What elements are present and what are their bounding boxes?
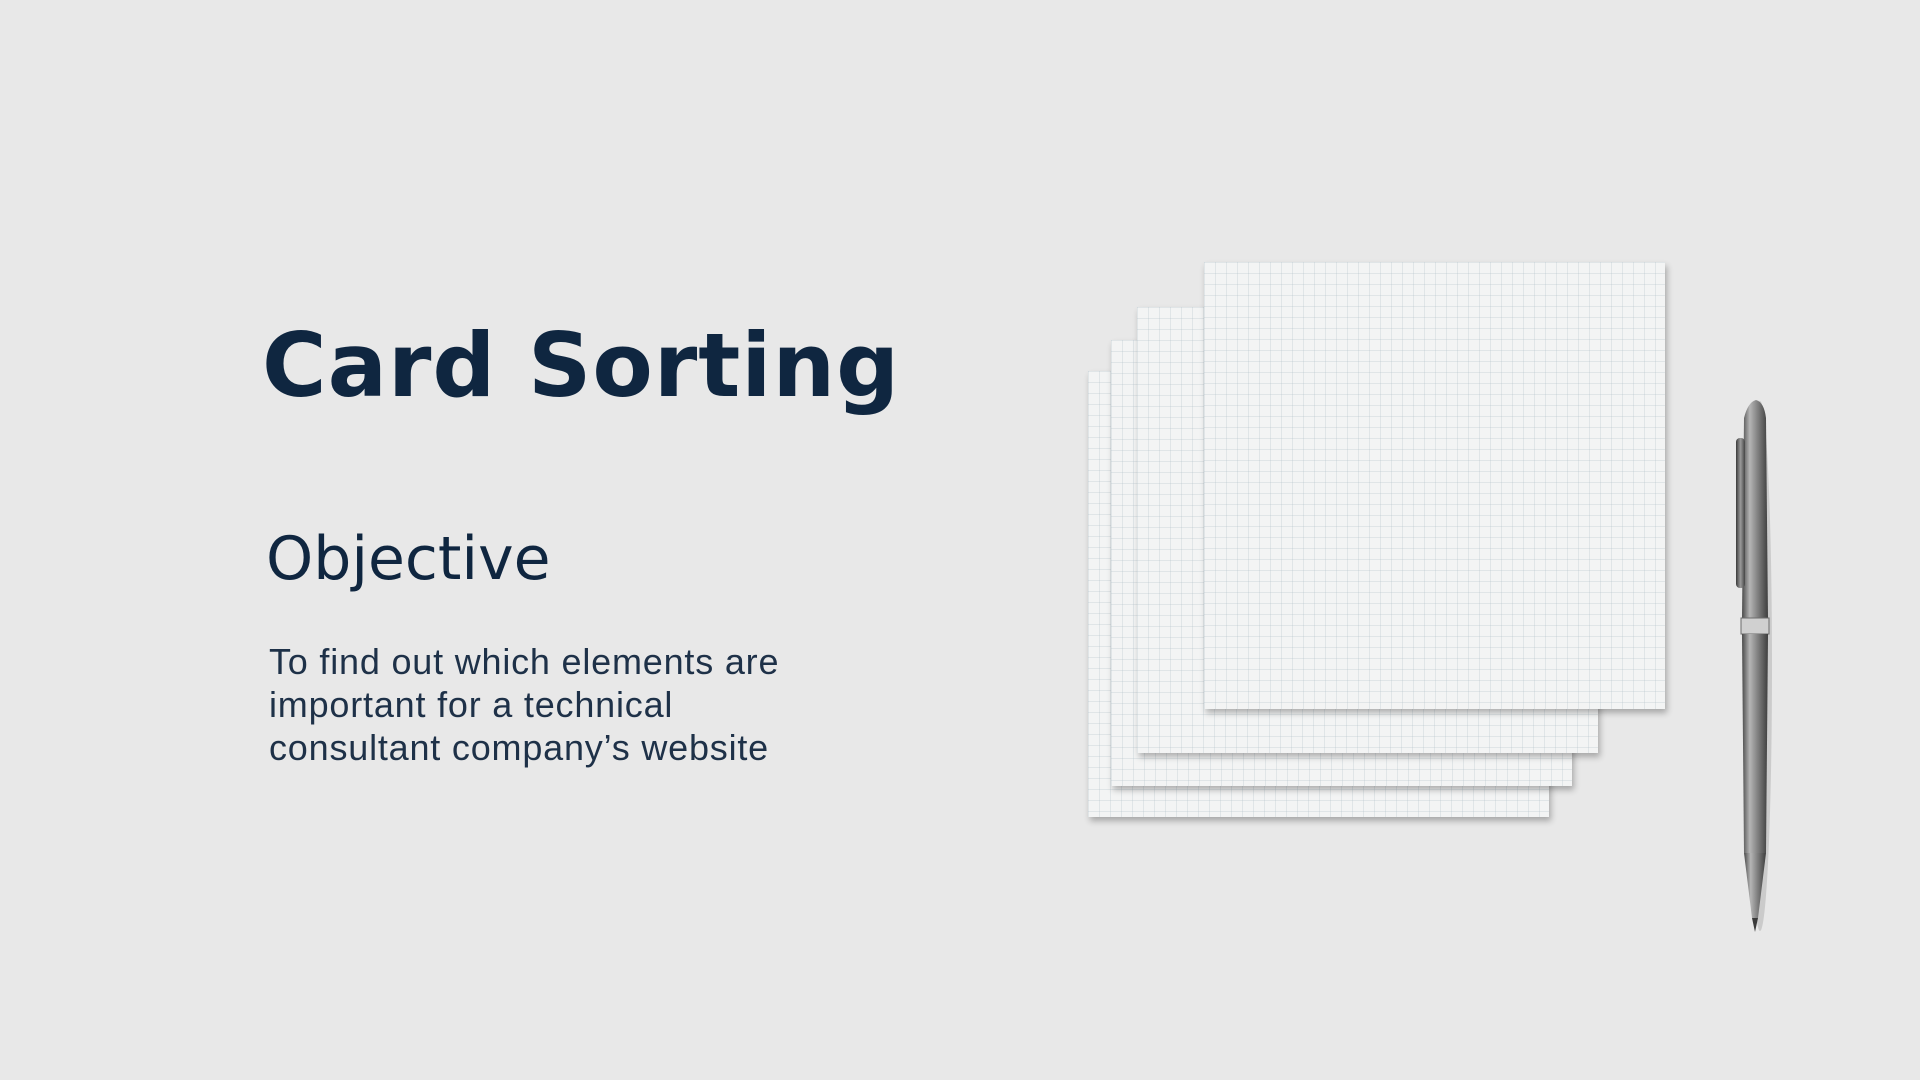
pen-icon bbox=[1736, 400, 1772, 932]
slide-title: Card Sorting bbox=[262, 314, 901, 417]
objective-line-3: consultant company’s website bbox=[269, 727, 769, 768]
objective-heading: Objective bbox=[266, 524, 551, 594]
objective-line-2: important for a technical bbox=[269, 684, 674, 725]
objective-description: To find out which elements are important… bbox=[269, 640, 869, 769]
objective-line-1: To find out which elements are bbox=[269, 641, 780, 682]
grid-paper-card-top bbox=[1204, 262, 1665, 709]
slide: Card Sorting Objective To find out which… bbox=[0, 0, 1920, 1080]
